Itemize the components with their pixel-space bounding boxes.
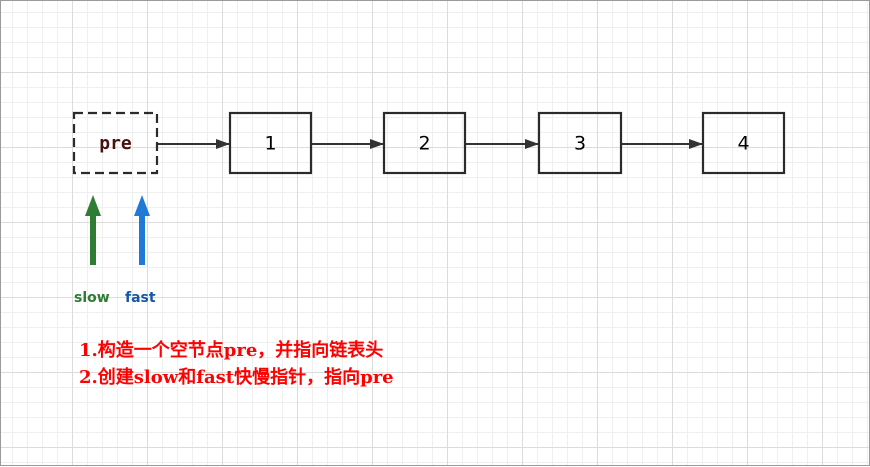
slow-pointer-arrow	[85, 195, 101, 265]
node-2-label: 2	[418, 133, 430, 155]
note-step-1: 1.构造一个空节点pre，并指向链表头	[79, 340, 384, 361]
node-pre-label: pre	[99, 133, 132, 154]
fast-pointer-arrow	[134, 195, 150, 265]
node-3-label: 3	[574, 133, 586, 155]
node-2: 2	[382, 111, 467, 175]
node-pre: pre	[72, 111, 159, 175]
step-notes: 1.构造一个空节点pre，并指向链表头 2.创建slow和fast快慢指针，指向…	[79, 337, 394, 391]
node-1: 1	[228, 111, 313, 175]
node-4: 4	[701, 111, 786, 175]
node-1-label: 1	[264, 133, 276, 155]
node-3: 3	[537, 111, 623, 175]
slow-pointer-label: slow	[74, 290, 110, 306]
diagram-canvas: pre 1 2 3 4 slow fast 1.构造一个空节点pre，并指向链表…	[0, 0, 870, 466]
fast-pointer-label: fast	[125, 290, 156, 306]
linked-list-diagram: pre 1 2 3 4 slow fast	[72, 111, 786, 306]
node-4-label: 4	[737, 133, 749, 155]
note-step-2: 2.创建slow和fast快慢指针，指向pre	[79, 367, 394, 388]
